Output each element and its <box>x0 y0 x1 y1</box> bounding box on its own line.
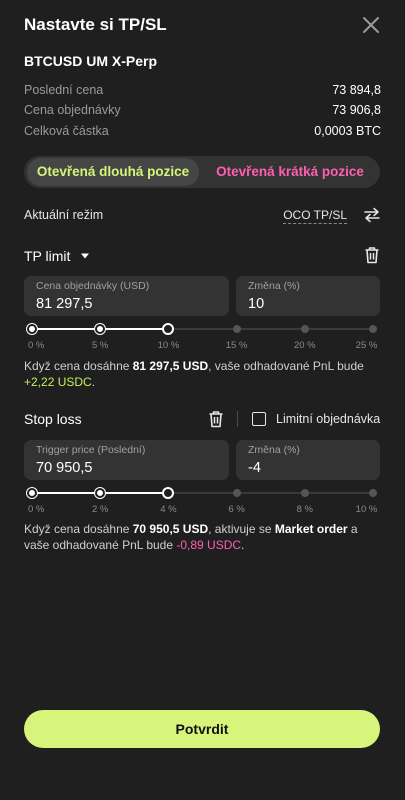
slider-step-dot[interactable] <box>232 489 241 497</box>
sl-price-value[interactable]: 70 950,5 <box>36 460 92 476</box>
msg-order-type: Market order <box>274 522 348 536</box>
tp-price-input[interactable]: Cena objednávky (USD) 81 297,5 <box>24 276 229 316</box>
slider-tick-label: 5 % <box>92 340 109 351</box>
info-row-order-price: Cena objednávky 73 906,8 <box>24 103 381 119</box>
info-value: 73 894,8 <box>332 83 381 97</box>
limit-order-label[interactable]: Limitní objednávka <box>276 412 380 426</box>
info-label: Poslední cena <box>24 83 104 97</box>
slider-step-dot[interactable] <box>95 488 106 498</box>
close-icon[interactable] <box>361 15 381 35</box>
slider-tick-label: 4 % <box>160 504 177 515</box>
position-toggle: Otevřená dlouhá pozice Otevřená krátká p… <box>24 156 380 188</box>
slider-step-dot[interactable] <box>27 488 37 498</box>
slider-tick-label: 15 % <box>225 340 248 351</box>
slider-step-dot[interactable] <box>369 489 377 497</box>
sl-price-label: Trigger price (Poslední) <box>36 444 146 456</box>
instrument-name: BTCUSD UM X-Perp <box>24 53 158 69</box>
swap-icon[interactable] <box>363 207 381 223</box>
dialog-title: Nastavte si TP/SL <box>24 15 167 34</box>
tab-short-position[interactable]: Otevřená krátká pozice <box>204 158 376 186</box>
slider-step-dot[interactable] <box>232 325 241 333</box>
sl-trigger-price-input[interactable]: Trigger price (Poslední) 70 950,5 <box>24 440 229 480</box>
slider-step-dot[interactable] <box>369 325 377 333</box>
slider-tick-label: 2 % <box>92 504 109 515</box>
msg-pnl: +2,22 USDC <box>24 375 92 389</box>
trash-icon[interactable] <box>364 246 380 264</box>
tp-change-input[interactable]: Změna (%) 10 <box>236 276 380 316</box>
info-row-total-amount: Celková částka 0,0003 BTC <box>24 124 381 140</box>
slider-tick-label: 10 % <box>157 340 180 351</box>
info-label: Celková částka <box>24 124 109 138</box>
info-value: 0,0003 BTC <box>314 124 381 138</box>
slider-step-dot[interactable] <box>300 489 309 497</box>
msg-price: 70 950,5 USD <box>132 522 209 536</box>
tp-price-value[interactable]: 81 297,5 <box>36 296 92 312</box>
msg-price: 81 297,5 USD <box>132 359 209 373</box>
msg-text: . <box>241 538 245 552</box>
dialog-header: Nastavte si TP/SL <box>24 14 381 36</box>
tp-estimate-message: Když cena dosáhne 81 297,5 USD, vaše odh… <box>24 358 380 390</box>
slider-tick-label: 10 % <box>355 504 378 515</box>
slider-step-dot[interactable] <box>95 324 106 334</box>
limit-order-checkbox[interactable] <box>252 412 266 426</box>
slider-step-dot[interactable] <box>300 325 309 333</box>
info-row-last-price: Poslední cena 73 894,8 <box>24 83 381 99</box>
sl-change-label: Změna (%) <box>248 444 300 456</box>
slider-tick-label: 6 % <box>228 504 245 515</box>
sl-change-value[interactable]: -4 <box>248 460 261 476</box>
slider-tick-label: 0 % <box>28 504 45 515</box>
sl-estimate-message: Když cena dosáhne 70 950,5 USD, aktivuje… <box>24 521 380 553</box>
mode-value[interactable]: OCO TP/SL <box>283 208 347 224</box>
msg-pnl: -0,89 USDC <box>176 538 242 552</box>
msg-text: , aktivuje se <box>208 522 275 536</box>
slider-step-dot[interactable] <box>162 323 175 335</box>
slider-step-dot[interactable] <box>162 487 175 499</box>
tp-change-label: Změna (%) <box>248 280 300 292</box>
slider-tick-label: 25 % <box>355 340 378 351</box>
tpsl-dialog: Nastavte si TP/SL BTCUSD UM X-Perp Posle… <box>0 0 405 800</box>
msg-text: Když cena dosáhne <box>24 522 133 536</box>
msg-text: Když cena dosáhne <box>24 359 133 373</box>
tp-price-label: Cena objednávky (USD) <box>36 280 150 292</box>
info-label: Cena objednávky <box>24 103 121 117</box>
confirm-button[interactable]: Potvrdit <box>24 710 380 748</box>
tp-title[interactable]: TP limit <box>24 248 70 264</box>
trash-icon[interactable] <box>208 410 224 428</box>
sl-slider-ticks: 0 % 2 % 4 % 6 % 8 % 10 % <box>28 504 377 516</box>
tp-percent-slider[interactable] <box>27 322 377 336</box>
msg-text: . <box>91 375 96 389</box>
slider-tick-label: 8 % <box>296 504 313 515</box>
slider-step-dot[interactable] <box>27 324 37 334</box>
sl-title: Stop loss <box>24 411 82 427</box>
slider-tick-label: 0 % <box>28 340 45 351</box>
tab-long-position[interactable]: Otevřená dlouhá pozice <box>27 158 199 186</box>
sl-change-input[interactable]: Změna (%) -4 <box>236 440 380 480</box>
msg-text: , vaše odhadované PnL bude <box>208 359 364 373</box>
info-value: 73 906,8 <box>332 103 381 117</box>
slider-tick-label: 20 % <box>293 340 316 351</box>
tp-slider-ticks: 0 % 5 % 10 % 15 % 20 % 25 % <box>28 340 377 352</box>
mode-label: Aktuální režim <box>24 208 104 222</box>
sl-percent-slider[interactable] <box>27 486 377 500</box>
tp-change-value[interactable]: 10 <box>248 296 264 312</box>
divider <box>237 411 238 427</box>
caret-down-icon[interactable] <box>80 251 90 261</box>
